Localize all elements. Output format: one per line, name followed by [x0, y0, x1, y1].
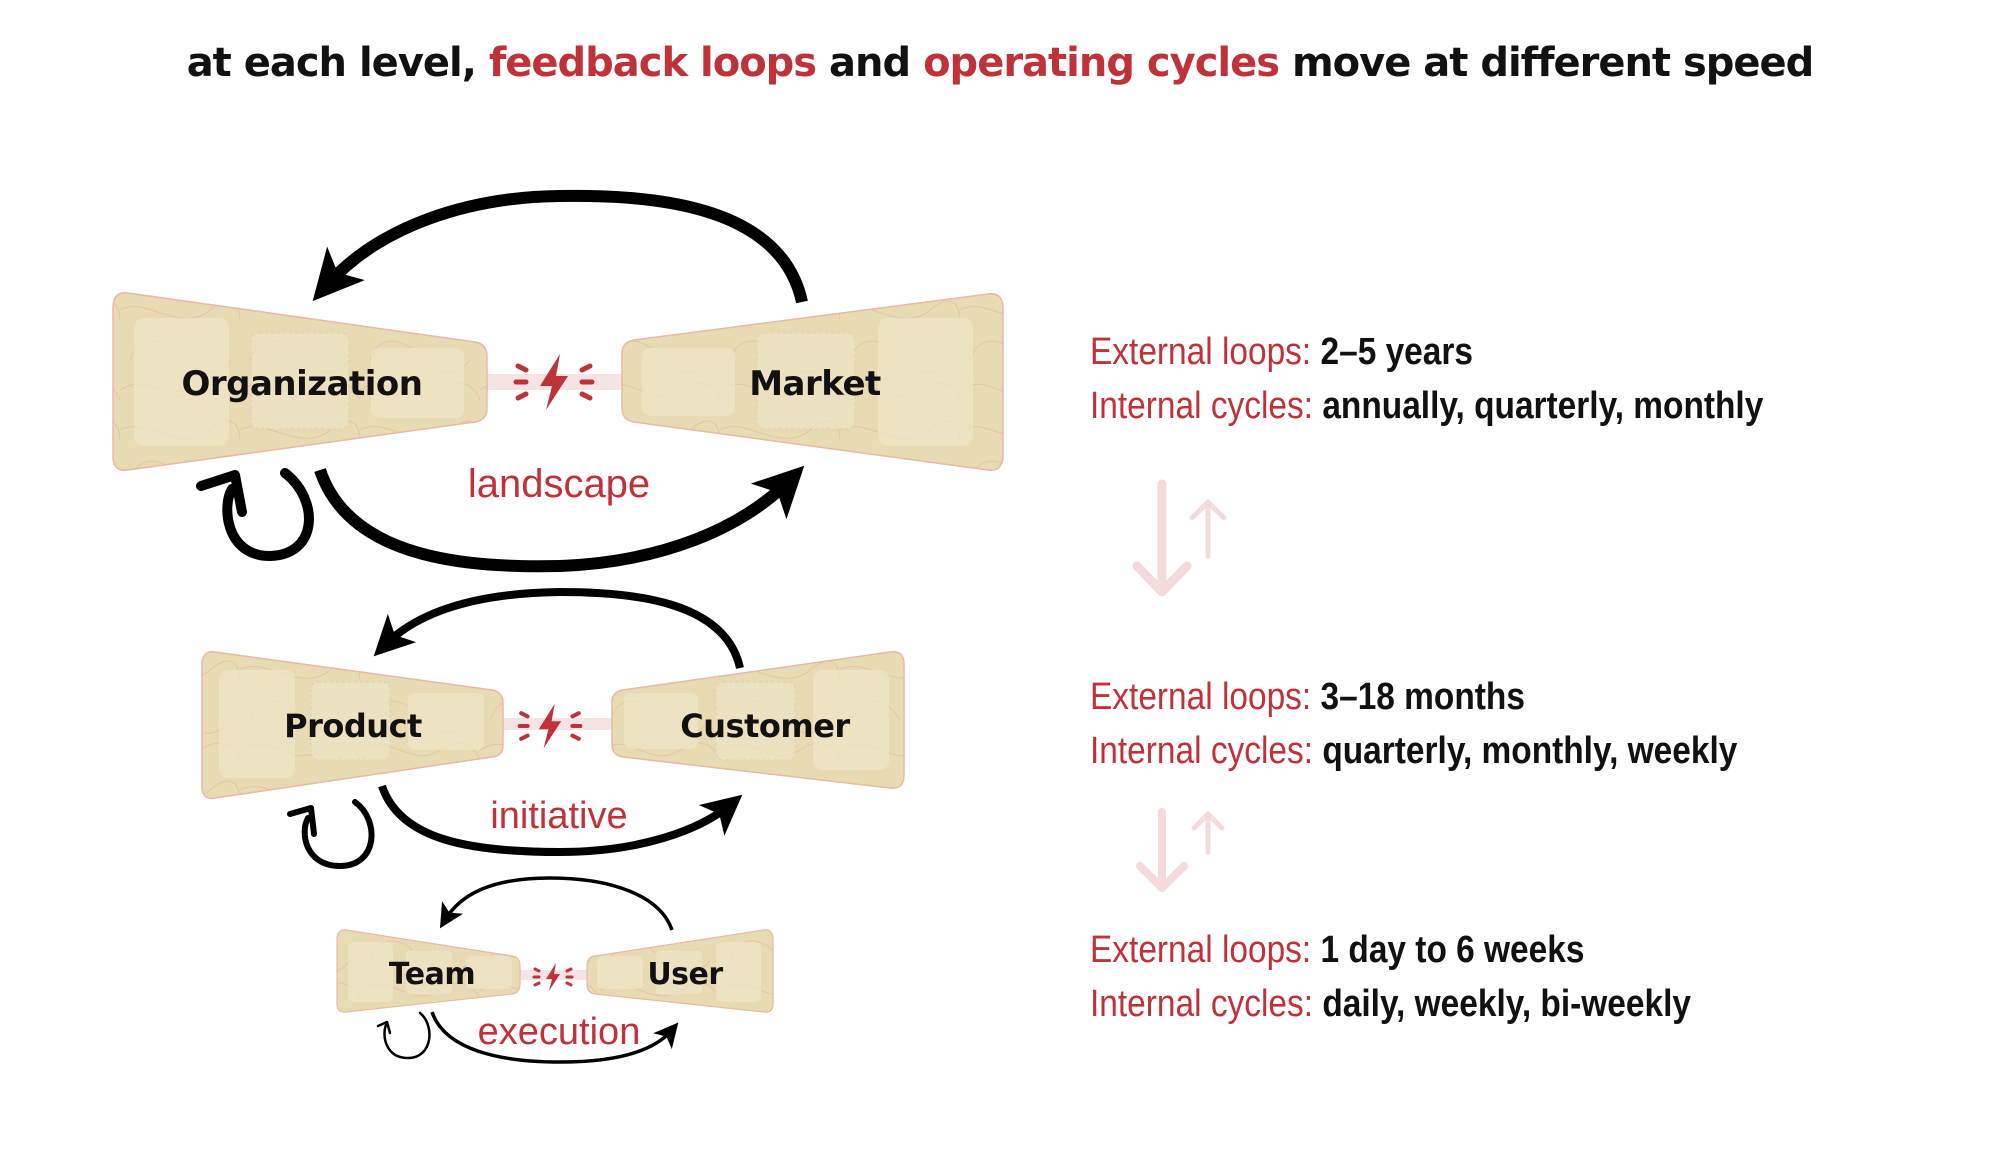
- internal-cycles-value: quarterly, monthly, weekly: [1322, 730, 1738, 772]
- tile-label-user: User: [647, 957, 723, 992]
- organization-tile[interactable]: Organization: [112, 292, 488, 471]
- loops-diagram: Organization Market landscape Product Cu…: [112, 189, 1227, 1064]
- external-loops-value: 1 day to 6 weeks: [1320, 929, 1585, 971]
- external-loops-line: External loops: 3–18 months: [1090, 670, 1737, 724]
- market-tile[interactable]: Market: [621, 293, 1004, 471]
- level-info-initiative: External loops: 3–18 months Internal cyc…: [1090, 670, 1737, 778]
- level-label-initiative: initiative: [490, 795, 627, 837]
- external-loops-label: External loops:: [1090, 331, 1312, 373]
- level-execution: Team User execution: [336, 876, 774, 1064]
- level-landscape: Organization Market landscape: [112, 189, 1004, 573]
- internal-cycles-line: Internal cycles: quarterly, monthly, wee…: [1090, 724, 1737, 778]
- external-loops-label: External loops:: [1090, 929, 1312, 971]
- circular-arrow-icon: [287, 799, 375, 870]
- internal-cycles-label: Internal cycles:: [1090, 983, 1314, 1025]
- product-tile[interactable]: Product: [201, 651, 504, 800]
- tile-label-product: Product: [284, 707, 422, 745]
- circular-arrow-icon: [196, 468, 314, 562]
- external-loops-value: 3–18 months: [1320, 676, 1525, 718]
- feedback-arrow-customer-to-product: [373, 587, 744, 669]
- internal-cycles-line: Internal cycles: daily, weekly, bi-weekl…: [1090, 977, 1691, 1031]
- tile-label-team: Team: [389, 957, 475, 992]
- internal-cycles-line: Internal cycles: annually, quarterly, mo…: [1090, 379, 1763, 433]
- team-tile[interactable]: Team: [336, 929, 521, 1013]
- external-loops-label: External loops:: [1090, 676, 1312, 718]
- level-label-execution: execution: [478, 1011, 641, 1053]
- external-loops-value: 2–5 years: [1320, 331, 1474, 373]
- lightning-bolt-icon: [513, 354, 595, 410]
- circular-arrow-icon: [376, 1011, 431, 1060]
- level-info-execution: External loops: 1 day to 6 weeks Interna…: [1090, 923, 1691, 1031]
- down-up-arrows-icon: [1132, 479, 1227, 597]
- internal-cycles-label: Internal cycles:: [1090, 730, 1314, 772]
- level-label-landscape: landscape: [468, 462, 650, 506]
- tile-label-organization: Organization: [181, 364, 422, 404]
- level-initiative: Product Customer initiative: [201, 587, 905, 870]
- feedback-arrow-market-to-organization: [312, 189, 808, 304]
- user-tile[interactable]: User: [586, 929, 774, 1013]
- internal-cycles-label: Internal cycles:: [1090, 385, 1314, 427]
- level-info-landscape: External loops: 2–5 years Internal cycle…: [1090, 325, 1763, 433]
- customer-tile[interactable]: Customer: [611, 651, 905, 789]
- tile-label-market: Market: [749, 364, 881, 404]
- lightning-bolt-icon: [532, 963, 574, 991]
- external-loops-line: External loops: 2–5 years: [1090, 325, 1763, 379]
- feedback-arrow-user-to-team: [439, 876, 674, 931]
- external-loops-line: External loops: 1 day to 6 weeks: [1090, 923, 1691, 977]
- internal-cycles-value: annually, quarterly, monthly: [1322, 385, 1764, 427]
- internal-cycles-value: daily, weekly, bi-weekly: [1322, 983, 1691, 1025]
- down-up-arrows-icon: [1136, 808, 1225, 892]
- tile-label-customer: Customer: [680, 707, 850, 745]
